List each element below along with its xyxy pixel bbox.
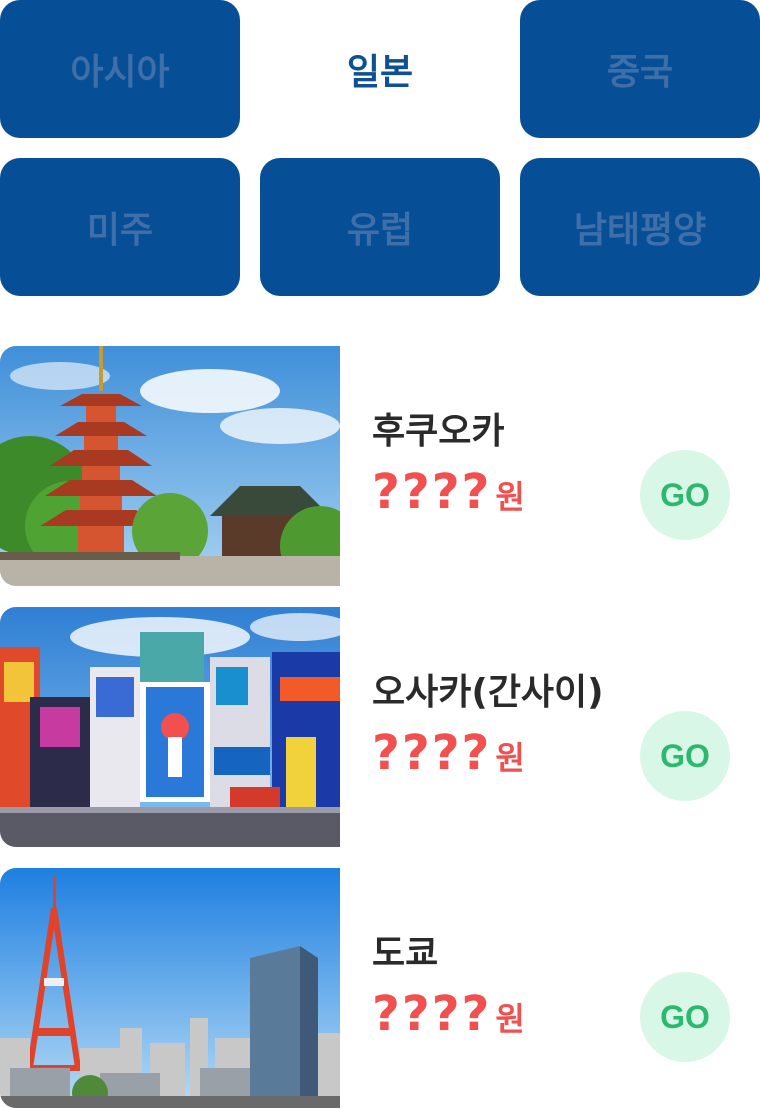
destination-card-tokyo[interactable]: 도쿄 ???? 원 GO [0,868,760,1108]
price: ???? 원 [372,464,525,520]
tab-label: 미주 [86,210,154,251]
tab-asia[interactable]: 아시아 [0,0,240,138]
destination-card-osaka[interactable]: 오사카(간사이) ???? 원 GO [0,607,760,847]
tab-japan[interactable]: 일본 [260,0,500,138]
tab-china[interactable]: 중국 [520,0,760,138]
city-name: 후쿠오카 [372,411,505,452]
city-name: 오사카(간사이) [372,672,604,713]
price-unit: 원 [495,478,525,516]
tab-label: 유럽 [346,210,414,251]
price-amount: ???? [372,986,492,1042]
go-button[interactable]: GO [640,450,730,540]
tab-americas[interactable]: 미주 [0,158,240,296]
price: ???? 원 [372,986,525,1042]
go-button[interactable]: GO [640,711,730,801]
price-amount: ???? [372,725,492,781]
price-unit: 원 [495,1000,525,1038]
tab-label: 일본 [346,52,414,93]
tokyo-tower-skyline-photo [0,868,340,1108]
tab-label: 아시아 [70,52,170,93]
go-button[interactable]: GO [640,972,730,1062]
tab-label: 중국 [606,52,674,93]
price-unit: 원 [495,739,525,777]
pagoda-temple-photo [0,346,340,586]
price: ???? 원 [372,725,525,781]
tab-europe[interactable]: 유럽 [260,158,500,296]
city-name: 도쿄 [372,933,439,974]
destination-card-fukuoka[interactable]: 후쿠오카 ???? 원 GO [0,346,760,586]
tab-label: 남태평양 [573,210,707,251]
dotonbori-billboards-photo [0,607,340,847]
price-amount: ???? [372,464,492,520]
tab-south-pacific[interactable]: 남태평양 [520,158,760,296]
